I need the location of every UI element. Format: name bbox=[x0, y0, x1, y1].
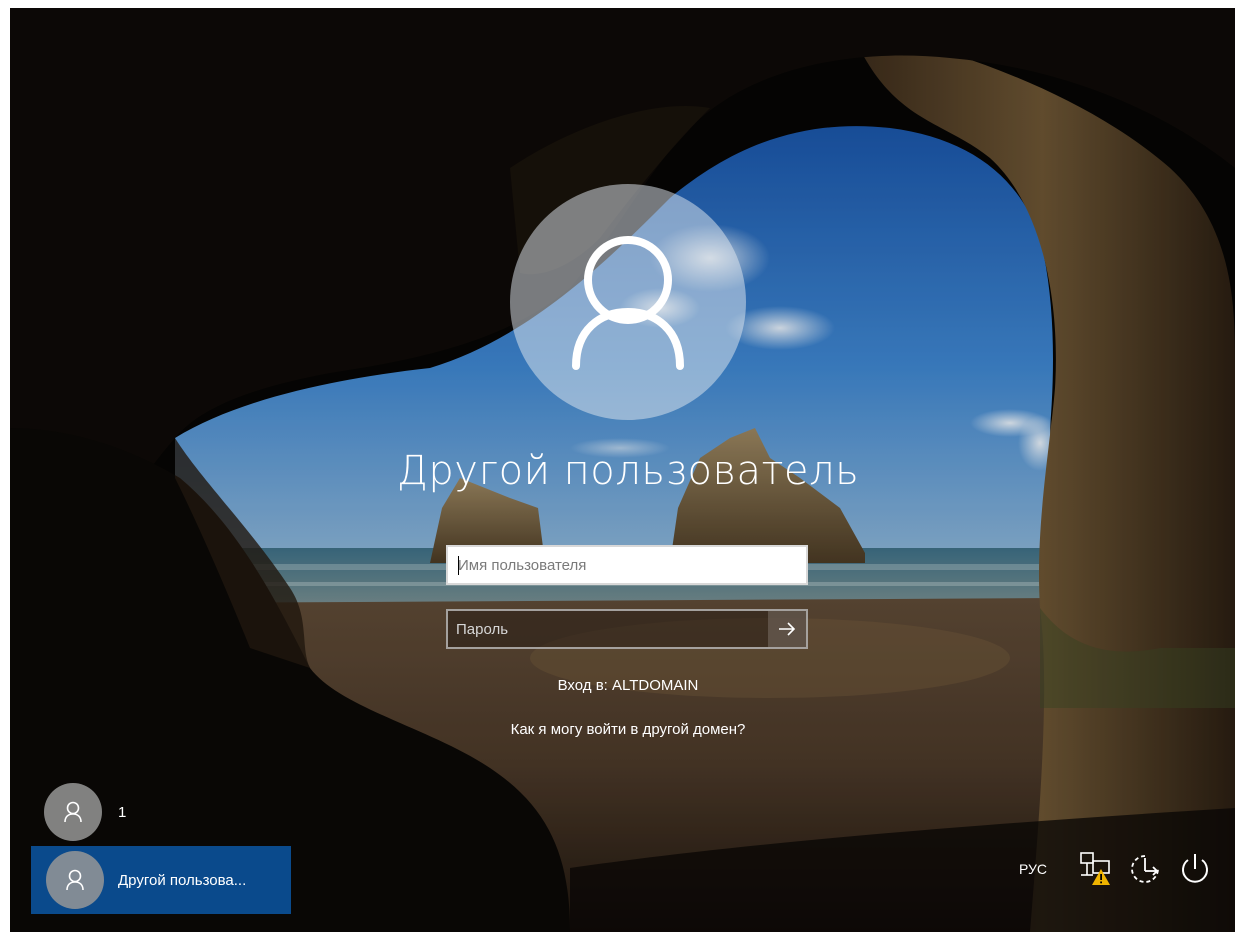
domain-label: Вход в: ALTDOMAIN bbox=[557, 677, 699, 694]
arrow-right-icon bbox=[779, 622, 796, 636]
person-icon bbox=[64, 801, 82, 823]
network-warning-icon[interactable] bbox=[1073, 847, 1117, 891]
person-icon bbox=[66, 869, 84, 891]
lock-screen: Другой пользователь Вход в: ALTDOMAIN Ка… bbox=[10, 8, 1235, 932]
other-domain-link[interactable]: Как я могу войти в другой домен? bbox=[310, 721, 946, 738]
user-name-title: Другой пользователь bbox=[396, 448, 860, 494]
language-indicator[interactable]: РУС bbox=[1019, 861, 1047, 877]
password-field[interactable] bbox=[446, 609, 808, 649]
user-tile-avatar bbox=[44, 783, 102, 841]
user-tile-1[interactable]: 1 bbox=[44, 782, 284, 842]
ease-of-access-icon[interactable] bbox=[1123, 847, 1167, 891]
username-field[interactable] bbox=[446, 545, 808, 585]
text-caret bbox=[458, 556, 459, 575]
power-icon[interactable] bbox=[1173, 847, 1217, 891]
user-tile-other[interactable]: Другой пользова... bbox=[31, 846, 291, 914]
username-input[interactable] bbox=[448, 547, 806, 583]
user-tile-name: Другой пользова... bbox=[118, 871, 247, 889]
password-input[interactable] bbox=[448, 611, 768, 647]
user-tile-avatar bbox=[46, 851, 104, 909]
system-tray: РУС bbox=[1019, 844, 1217, 894]
user-avatar-large bbox=[510, 184, 746, 420]
user-tile-name: 1 bbox=[118, 803, 127, 821]
person-icon bbox=[572, 236, 684, 370]
submit-button[interactable] bbox=[768, 611, 806, 647]
